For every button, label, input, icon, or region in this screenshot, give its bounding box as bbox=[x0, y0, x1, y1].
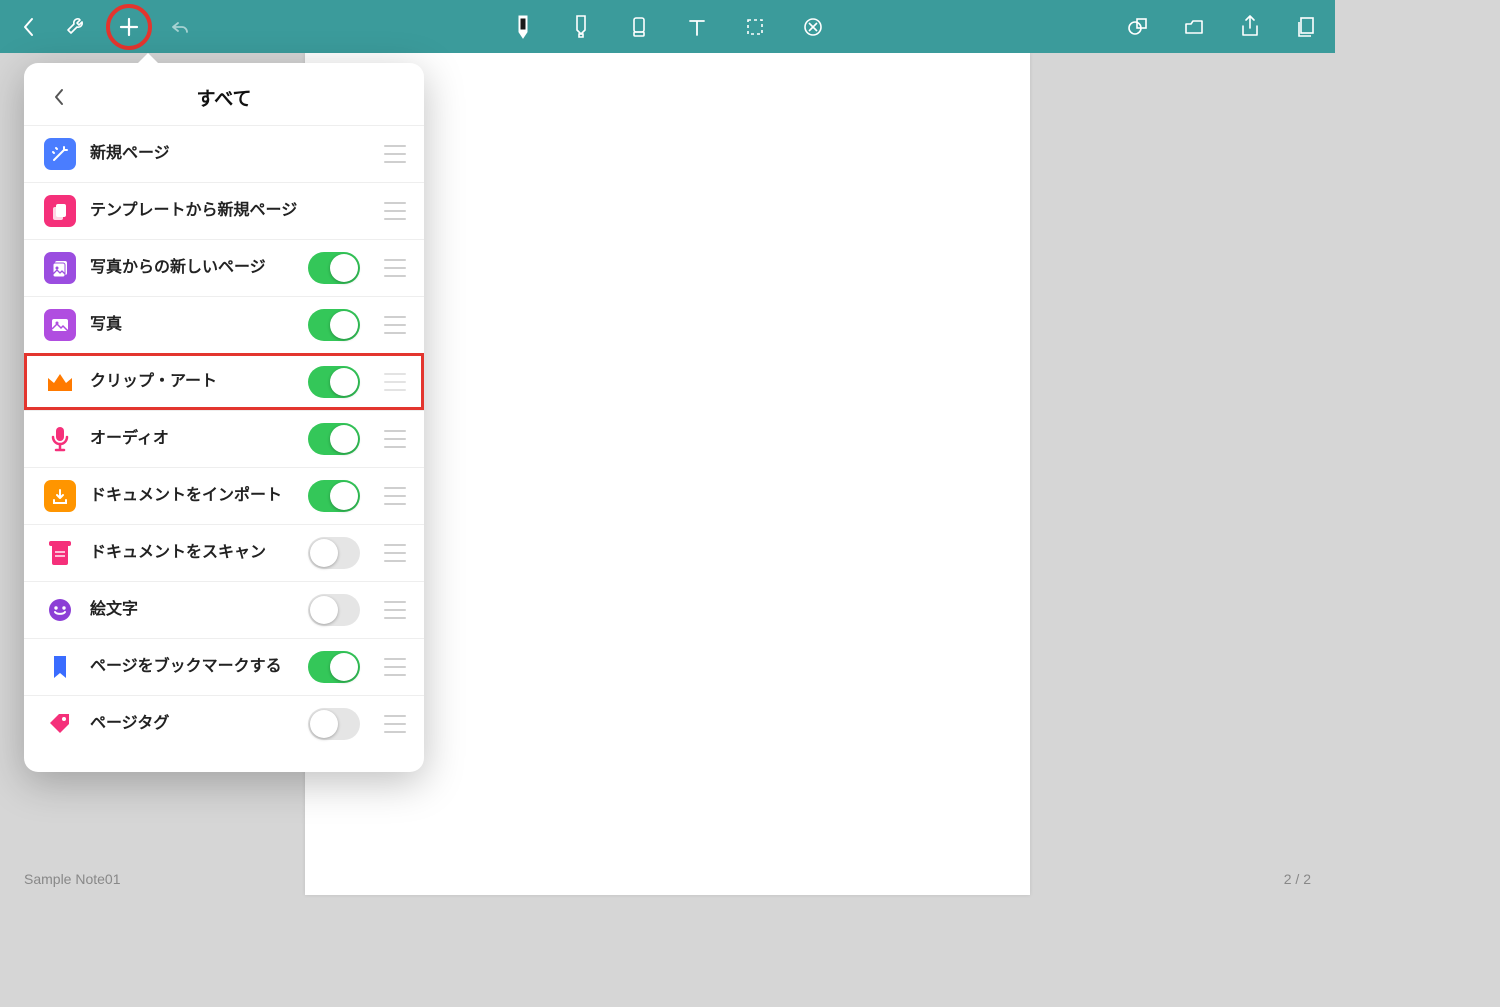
add-button[interactable] bbox=[114, 12, 144, 42]
drag-handle-icon[interactable] bbox=[384, 316, 406, 334]
menu-item[interactable]: ドキュメントをインポート bbox=[24, 467, 424, 524]
menu-item-label: ドキュメントをスキャン bbox=[90, 543, 294, 563]
menu-item[interactable]: 写真 bbox=[24, 296, 424, 353]
menu-item-label: 写真 bbox=[90, 315, 294, 335]
toggle-switch[interactable] bbox=[308, 423, 360, 455]
media-button[interactable] bbox=[1175, 8, 1213, 46]
lasso-tool[interactable] bbox=[736, 8, 774, 46]
menu-item-label: クリップ・アート bbox=[90, 372, 294, 392]
menu-item-label: オーディオ bbox=[90, 429, 294, 449]
mic-icon bbox=[44, 423, 76, 455]
menu-item-label: 絵文字 bbox=[90, 600, 294, 620]
add-button-highlight bbox=[106, 4, 152, 50]
share-button[interactable] bbox=[1231, 8, 1269, 46]
toggle-switch[interactable] bbox=[308, 708, 360, 740]
undo-button[interactable] bbox=[162, 8, 200, 46]
bookmark-icon bbox=[44, 651, 76, 683]
menu-item-label: 写真からの新しいページ bbox=[90, 258, 294, 278]
crown-icon bbox=[44, 366, 76, 398]
drag-handle-icon[interactable] bbox=[384, 658, 406, 676]
drag-handle-icon[interactable] bbox=[384, 487, 406, 505]
menu-item[interactable]: 写真からの新しいページ bbox=[24, 239, 424, 296]
popover-title: すべて bbox=[197, 84, 252, 111]
menu-item[interactable]: クリップ・アート bbox=[24, 353, 424, 410]
photo-icon bbox=[44, 309, 76, 341]
highlighter-tool[interactable] bbox=[562, 8, 600, 46]
drag-handle-icon[interactable] bbox=[384, 202, 406, 220]
pages-button[interactable] bbox=[1287, 8, 1325, 46]
text-tool[interactable] bbox=[678, 8, 716, 46]
drag-handle-icon[interactable] bbox=[384, 715, 406, 733]
menu-item[interactable]: ページタグ bbox=[24, 695, 424, 752]
drag-handle-icon[interactable] bbox=[384, 145, 406, 163]
scan-icon bbox=[44, 537, 76, 569]
toggle-switch[interactable] bbox=[308, 594, 360, 626]
popover-back-button[interactable] bbox=[44, 82, 74, 112]
clear-tool[interactable] bbox=[794, 8, 832, 46]
back-button[interactable] bbox=[10, 8, 48, 46]
pen-tool[interactable] bbox=[504, 8, 542, 46]
photopage-icon bbox=[44, 252, 76, 284]
shape-button[interactable] bbox=[1119, 8, 1157, 46]
drag-handle-icon[interactable] bbox=[384, 373, 406, 391]
menu-item[interactable]: 絵文字 bbox=[24, 581, 424, 638]
menu-item-label: ページをブックマークする bbox=[90, 657, 294, 677]
menu-item[interactable]: オーディオ bbox=[24, 410, 424, 467]
toggle-switch[interactable] bbox=[308, 537, 360, 569]
menu-item-label: ページタグ bbox=[90, 714, 294, 734]
menu-item-label: ドキュメントをインポート bbox=[90, 486, 294, 506]
note-title: Sample Note01 bbox=[24, 871, 121, 887]
template-icon bbox=[44, 195, 76, 227]
wand-icon bbox=[44, 138, 76, 170]
menu-item[interactable]: ページをブックマークする bbox=[24, 638, 424, 695]
tools-button[interactable] bbox=[58, 8, 96, 46]
menu-item[interactable]: テンプレートから新規ページ bbox=[24, 182, 424, 239]
top-toolbar bbox=[0, 0, 1335, 53]
drag-handle-icon[interactable] bbox=[384, 430, 406, 448]
tag-icon bbox=[44, 708, 76, 740]
menu-item-label: テンプレートから新規ページ bbox=[90, 201, 360, 221]
toggle-switch[interactable] bbox=[308, 252, 360, 284]
toggle-switch[interactable] bbox=[308, 480, 360, 512]
drag-handle-icon[interactable] bbox=[384, 544, 406, 562]
menu-item[interactable]: 新規ページ bbox=[24, 125, 424, 182]
drag-handle-icon[interactable] bbox=[384, 259, 406, 277]
footer: Sample Note01 2 / 2 bbox=[0, 863, 1335, 895]
add-menu-popover: すべて 新規ページテンプレートから新規ページ写真からの新しいページ写真クリップ・… bbox=[24, 63, 424, 772]
import-icon bbox=[44, 480, 76, 512]
menu-item-label: 新規ページ bbox=[90, 144, 360, 164]
menu-item[interactable]: ドキュメントをスキャン bbox=[24, 524, 424, 581]
eraser-tool[interactable] bbox=[620, 8, 658, 46]
toggle-switch[interactable] bbox=[308, 366, 360, 398]
page-indicator: 2 / 2 bbox=[1284, 871, 1311, 887]
drag-handle-icon[interactable] bbox=[384, 601, 406, 619]
toggle-switch[interactable] bbox=[308, 309, 360, 341]
toggle-switch[interactable] bbox=[308, 651, 360, 683]
emoji-icon bbox=[44, 594, 76, 626]
